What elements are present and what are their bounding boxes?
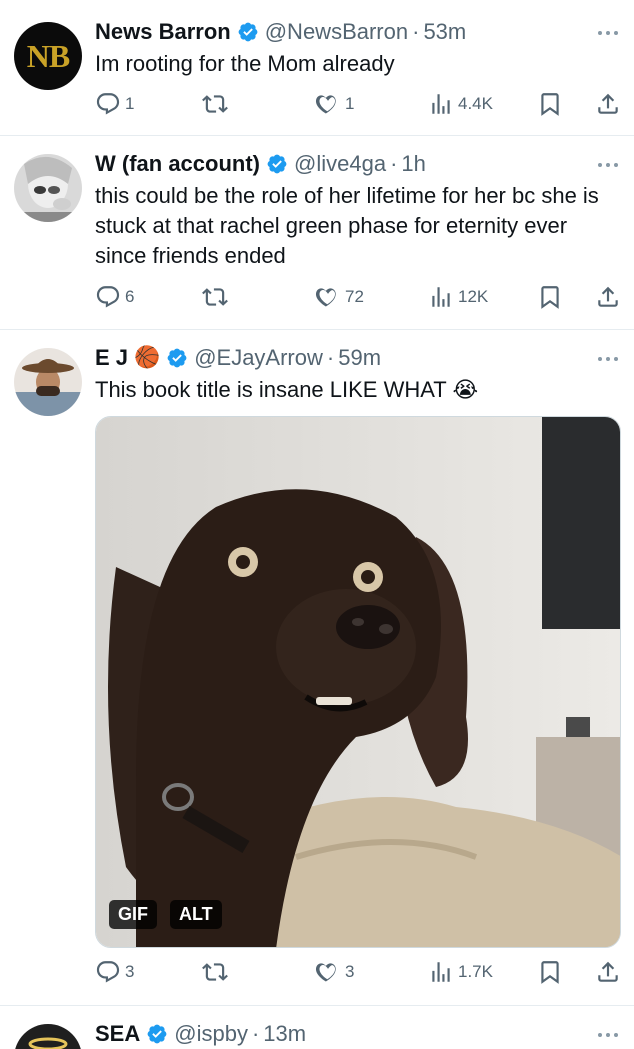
action-bar: 3 3 1.7K (95, 957, 620, 987)
timestamp[interactable]: 13m (263, 1021, 306, 1047)
views-button[interactable]: 1.7K (428, 957, 493, 987)
reply-button[interactable]: 6 (95, 282, 134, 312)
more-icon[interactable] (596, 355, 620, 363)
separator: · (412, 19, 420, 44)
gif-badge: GIF (109, 900, 157, 929)
tweet-header: E J 🏀 @EJayArrow · 59m (95, 343, 620, 373)
like-icon (315, 959, 341, 985)
share-button[interactable] (595, 957, 621, 987)
reply-count: 3 (125, 962, 135, 981)
dog-gif-image (96, 417, 620, 947)
separator: · (390, 151, 398, 176)
like-icon (315, 284, 341, 310)
avatar-image (14, 154, 82, 222)
retweet-button[interactable] (202, 282, 232, 312)
display-name[interactable]: News Barron (95, 19, 231, 45)
more-icon[interactable] (596, 1031, 620, 1039)
avatar-image (14, 1024, 82, 1049)
retweet-icon (202, 284, 228, 310)
bookmark-button[interactable] (537, 282, 563, 312)
verified-icon (237, 21, 259, 43)
avatar[interactable]: NB (14, 22, 82, 90)
view-count: 12K (458, 287, 489, 306)
avatar-logo: NB (26, 37, 70, 74)
reply-icon (95, 284, 121, 310)
like-count: 3 (345, 962, 355, 981)
verified-icon (146, 1023, 168, 1045)
like-icon (315, 91, 341, 117)
avatar-image (14, 348, 82, 416)
views-icon (428, 91, 454, 117)
user-handle[interactable]: @EJayArrow (194, 345, 323, 371)
user-handle[interactable]: @NewsBarron (265, 19, 408, 45)
more-icon[interactable] (596, 161, 620, 169)
reply-button[interactable]: 1 (95, 89, 134, 119)
avatar[interactable] (14, 348, 82, 416)
more-icon[interactable] (596, 29, 620, 37)
tweet[interactable]: SEA @ispby · 13m (0, 1006, 634, 1049)
tweet-text: this could be the role of her lifetime f… (95, 183, 599, 268)
display-name[interactable]: SEA (95, 1021, 140, 1047)
reply-icon (95, 91, 121, 117)
views-button[interactable]: 12K (428, 282, 488, 312)
tweet-header: News Barron @NewsBarron · 53m (95, 17, 620, 47)
tweet[interactable]: W (fan account) @live4ga · 1h this could… (0, 136, 634, 330)
user-handle[interactable]: @live4ga (294, 151, 386, 177)
reply-count: 6 (125, 287, 135, 306)
reply-button[interactable]: 3 (95, 957, 134, 987)
bookmark-icon (537, 959, 563, 985)
retweet-icon (202, 959, 228, 985)
display-name[interactable]: E J (95, 345, 128, 371)
user-handle[interactable]: @ispby (174, 1021, 248, 1047)
like-count: 1 (345, 94, 355, 113)
retweet-button[interactable] (202, 957, 232, 987)
retweet-button[interactable] (202, 89, 232, 119)
like-count: 72 (345, 287, 364, 306)
timestamp[interactable]: 59m (338, 345, 381, 371)
tweet-text: This book title is insane LIKE WHAT (95, 377, 447, 402)
retweet-icon (202, 91, 228, 117)
bookmark-icon (537, 284, 563, 310)
action-bar: 1 1 4.4K (95, 89, 620, 119)
reply-count: 1 (125, 94, 135, 113)
avatar[interactable] (14, 1024, 82, 1049)
like-button[interactable]: 72 (315, 282, 364, 312)
tweet[interactable]: NB News Barron @NewsBarron · 53m Im root… (0, 0, 634, 136)
timestamp[interactable]: 53m (423, 19, 466, 45)
tweet-header: W (fan account) @live4ga · 1h (95, 149, 620, 179)
share-icon (595, 959, 621, 985)
verified-icon (166, 347, 188, 369)
tweet-text: Im rooting for the Mom already (95, 51, 395, 76)
alt-text-button[interactable]: ALT (170, 900, 222, 929)
tweet-text-container: This book title is insane LIKE WHAT 😭 (95, 375, 620, 405)
action-bar: 6 72 12K (95, 282, 620, 312)
avatar[interactable] (14, 154, 82, 222)
views-icon (428, 959, 454, 985)
reply-icon (95, 959, 121, 985)
bookmark-button[interactable] (537, 957, 563, 987)
share-icon (595, 91, 621, 117)
bookmark-button[interactable] (537, 89, 563, 119)
like-button[interactable]: 1 (315, 89, 354, 119)
tweet-gif[interactable]: GIF ALT (95, 416, 621, 948)
share-button[interactable] (595, 282, 621, 312)
views-button[interactable]: 4.4K (428, 89, 493, 119)
verified-icon (266, 153, 288, 175)
views-icon (428, 284, 454, 310)
bookmark-icon (537, 91, 563, 117)
display-name[interactable]: W (fan account) (95, 151, 260, 177)
like-button[interactable]: 3 (315, 957, 354, 987)
share-icon (595, 284, 621, 310)
view-count: 1.7K (458, 962, 493, 981)
basketball-emoji: 🏀 (134, 346, 161, 369)
crying-emoji: 😭 (452, 377, 479, 402)
separator: · (251, 1021, 260, 1046)
share-button[interactable] (595, 89, 621, 119)
timestamp[interactable]: 1h (401, 151, 425, 177)
view-count: 4.4K (458, 94, 493, 113)
separator: · (326, 345, 335, 370)
tweet-header: SEA @ispby · 13m (95, 1019, 620, 1049)
